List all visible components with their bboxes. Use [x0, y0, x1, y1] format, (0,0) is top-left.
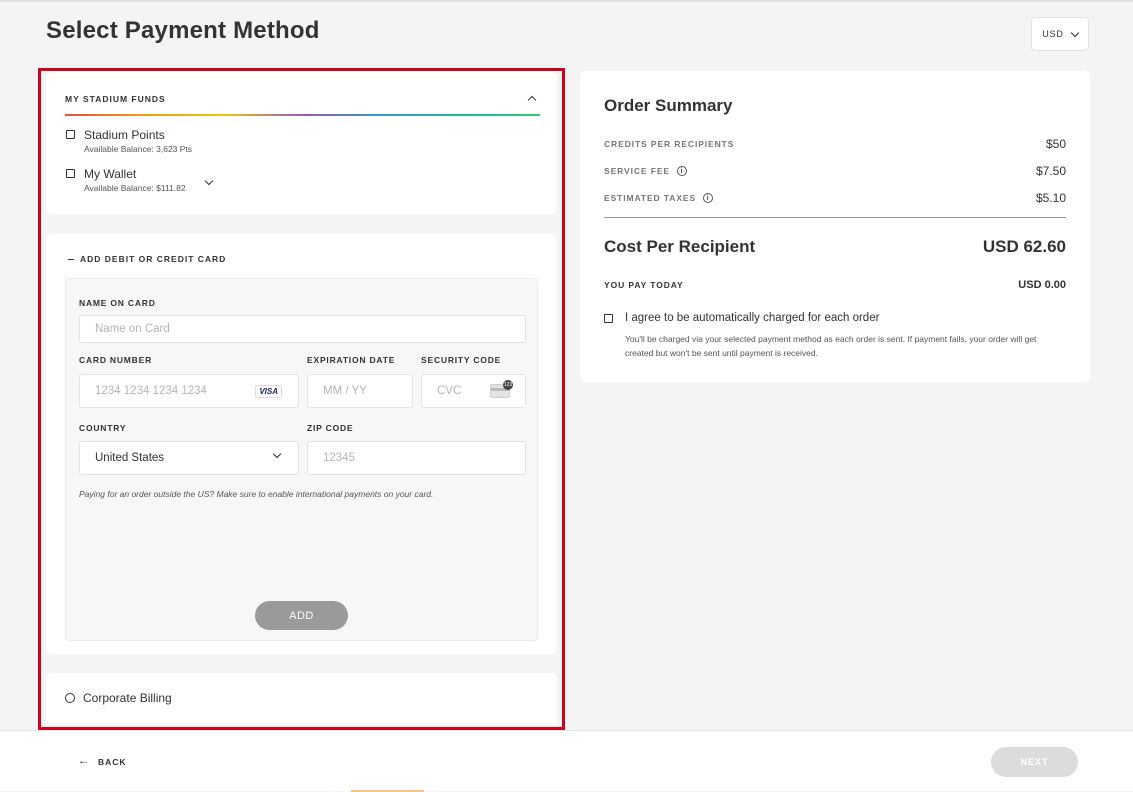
you-pay-today-value: USD 0.00: [1018, 279, 1066, 291]
expiration-label: EXPIRATION DATE: [307, 355, 396, 365]
expiration-input[interactable]: MM / YY: [307, 374, 413, 408]
currency-selector[interactable]: USD: [1031, 17, 1089, 51]
add-card-button[interactable]: ADD: [255, 601, 348, 630]
funds-collapse-toggle[interactable]: [526, 92, 538, 104]
arrow-left-icon: ←: [78, 755, 90, 767]
security-code-placeholder: CVC: [437, 385, 462, 397]
chevron-down-icon: [1070, 28, 1079, 37]
fund-balance: Available Balance: 3,623 Pts: [84, 144, 193, 154]
security-code-input[interactable]: CVC 123: [421, 374, 526, 408]
card-number-placeholder: 1234 1234 1234 1234: [95, 385, 207, 397]
card-back-icon: 123: [490, 380, 513, 398]
visa-icon: VISA: [255, 385, 282, 398]
card-form: NAME ON CARD Name on Card CARD NUMBER 12…: [65, 278, 538, 641]
cost-per-recipient-value: USD 62.60: [982, 237, 1066, 256]
cost-per-recipient-label: Cost Per Recipient: [604, 237, 756, 256]
zip-label: ZIP CODE: [307, 423, 354, 433]
card-section-toggle[interactable]: ADD DEBIT OR CREDIT CARD: [68, 254, 226, 264]
stadium-funds-panel: MY STADIUM FUNDS Stadium Points Availabl…: [46, 72, 557, 214]
country-value: United States: [95, 452, 165, 464]
zip-placeholder: 12345: [323, 452, 355, 464]
order-summary-panel: Order Summary CREDITS PER RECIPIENTS $50…: [580, 71, 1090, 382]
country-label: COUNTRY: [79, 423, 127, 433]
international-note: Paying for an order outside the US? Make…: [79, 489, 434, 499]
summary-divider: [604, 217, 1066, 218]
minus-icon: [68, 259, 74, 261]
name-on-card-input[interactable]: Name on Card: [79, 315, 526, 343]
country-select[interactable]: United States: [79, 441, 299, 475]
cost-per-recipient-row: Cost Per Recipient USD 62.60: [604, 237, 1066, 257]
card-header: ADD DEBIT OR CREDIT CARD: [80, 254, 227, 264]
card-panel: ADD DEBIT OR CREDIT CARD NAME ON CARD Na…: [46, 234, 557, 654]
summary-label: SERVICE FEE i: [604, 166, 687, 176]
auto-charge-checkbox[interactable]: [604, 314, 613, 323]
fund-label: Stadium Points: [84, 128, 165, 142]
auto-charge-note: You'll be charged via your selected paym…: [625, 334, 1037, 358]
name-placeholder: Name on Card: [95, 323, 170, 335]
summary-value: $7.50: [1035, 164, 1066, 178]
funds-divider: [65, 114, 540, 116]
expiration-placeholder: MM / YY: [323, 385, 367, 397]
fund-balance: Available Balance: $111.82: [84, 183, 186, 193]
security-code-label: SECURITY CODE: [421, 355, 502, 365]
zip-code-input[interactable]: 12345: [307, 441, 526, 475]
card-number-label: CARD NUMBER: [79, 355, 153, 365]
you-pay-today-row: YOU PAY TODAY USD 0.00: [604, 279, 1066, 291]
order-summary-title: Order Summary: [604, 96, 733, 115]
fund-label: My Wallet: [84, 167, 137, 181]
next-button[interactable]: NEXT: [991, 747, 1078, 777]
chevron-down-icon: [272, 449, 282, 459]
card-number-input[interactable]: 1234 1234 1234 1234 VISA: [79, 374, 299, 408]
wallet-expand-toggle[interactable]: [204, 169, 214, 191]
footer-bar: ← BACK NEXT: [0, 730, 1133, 792]
summary-row-service-fee: SERVICE FEE i $7.50: [604, 164, 1066, 178]
back-label: BACK: [98, 756, 127, 767]
you-pay-today-label: YOU PAY TODAY: [604, 280, 684, 290]
stadium-points-checkbox[interactable]: [66, 130, 75, 139]
summary-row-credits: CREDITS PER RECIPIENTS $50: [604, 137, 1066, 151]
back-button[interactable]: ← BACK: [78, 756, 127, 767]
info-icon[interactable]: i: [703, 193, 714, 203]
currency-value: USD: [1042, 29, 1064, 39]
auto-charge-label: I agree to be automatically charged for …: [625, 312, 880, 324]
chevron-down-icon: [204, 176, 214, 186]
corporate-billing-panel: Corporate Billing: [46, 673, 557, 727]
summary-label: CREDITS PER RECIPIENTS: [604, 139, 735, 149]
top-divider: [0, 0, 1133, 2]
corporate-billing-label[interactable]: Corporate Billing: [83, 691, 172, 705]
funds-header: MY STADIUM FUNDS: [65, 94, 166, 104]
my-wallet-checkbox[interactable]: [66, 169, 75, 178]
name-label: NAME ON CARD: [79, 298, 156, 308]
summary-value: $50: [1045, 137, 1066, 151]
info-icon[interactable]: i: [676, 166, 687, 176]
summary-value: $5.10: [1035, 191, 1066, 205]
summary-row-taxes: ESTIMATED TAXES i $5.10: [604, 191, 1066, 205]
payment-methods-section: MY STADIUM FUNDS Stadium Points Availabl…: [38, 68, 565, 730]
chevron-up-icon: [527, 95, 537, 104]
corporate-billing-radio[interactable]: [65, 693, 75, 703]
summary-label: ESTIMATED TAXES i: [604, 193, 714, 203]
page-title: Select Payment Method: [46, 17, 320, 44]
